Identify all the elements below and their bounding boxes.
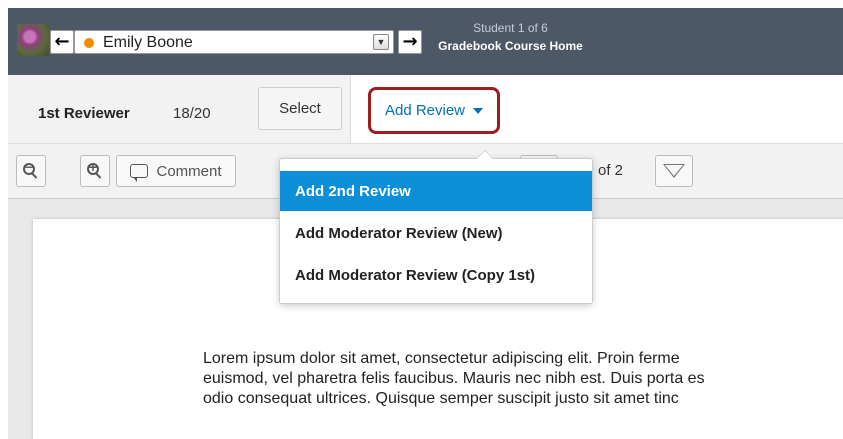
zoom-in-icon: +	[87, 160, 103, 179]
document-line: Lorem ipsum dolor sit amet, consectetur …	[203, 350, 680, 367]
select-reviewer-button[interactable]: Select	[258, 87, 342, 130]
comment-label: Comment	[156, 162, 222, 180]
document-text: Lorem ipsum dolor sit amet, consectetur …	[203, 349, 843, 409]
arrow-left-icon: ←	[54, 31, 70, 52]
reviewer-score: 18/20	[173, 105, 211, 122]
zoom-out-button[interactable]: −	[16, 155, 46, 187]
next-page-button[interactable]	[655, 155, 693, 187]
zoom-in-button[interactable]: +	[80, 155, 110, 187]
student-nav-bar: ← Emily Boone ▼ → Student 1 of 6 Gradebo…	[8, 8, 843, 75]
student-select[interactable]: Emily Boone ▼	[74, 30, 394, 54]
status-dot-icon	[84, 38, 94, 48]
document-line: euismod, vel pharetra felis faucibus. Ma…	[203, 370, 705, 387]
reviewer-label: 1st Reviewer	[38, 105, 130, 122]
student-count: Student 1 of 6	[473, 21, 548, 35]
student-name: Emily Boone	[103, 34, 193, 51]
gradebook-course-home-link[interactable]: Gradebook Course Home	[428, 39, 593, 53]
triangle-down-icon	[663, 164, 685, 178]
next-student-button[interactable]: →	[398, 30, 422, 54]
reviewer-panel: 1st Reviewer 18/20 Select	[8, 75, 351, 143]
reviewer-bar: 1st Reviewer 18/20 Select Add Review	[8, 75, 843, 143]
page-count: of 2	[598, 162, 624, 179]
zoom-out-icon: −	[23, 160, 39, 179]
menu-item-add-moderator-review-new[interactable]: Add Moderator Review (New)	[280, 213, 592, 253]
chevron-down-icon[interactable]: ▼	[373, 34, 389, 50]
student-avatar	[17, 24, 49, 56]
add-review-button[interactable]: Add Review	[368, 87, 500, 134]
arrow-right-icon: →	[402, 31, 418, 52]
caret-down-icon	[473, 107, 484, 114]
add-review-menu: Add 2nd Review Add Moderator Review (New…	[279, 150, 593, 304]
menu-item-add-moderator-review-copy[interactable]: Add Moderator Review (Copy 1st)	[280, 255, 592, 295]
add-review-label: Add Review	[384, 102, 466, 119]
comment-button[interactable]: Comment	[116, 155, 236, 187]
document-line: odio consequat ultrices. Quisque semper …	[203, 390, 679, 407]
comment-icon	[130, 164, 149, 182]
previous-student-button[interactable]: ←	[50, 30, 74, 54]
menu-item-add-2nd-review[interactable]: Add 2nd Review	[280, 171, 592, 211]
